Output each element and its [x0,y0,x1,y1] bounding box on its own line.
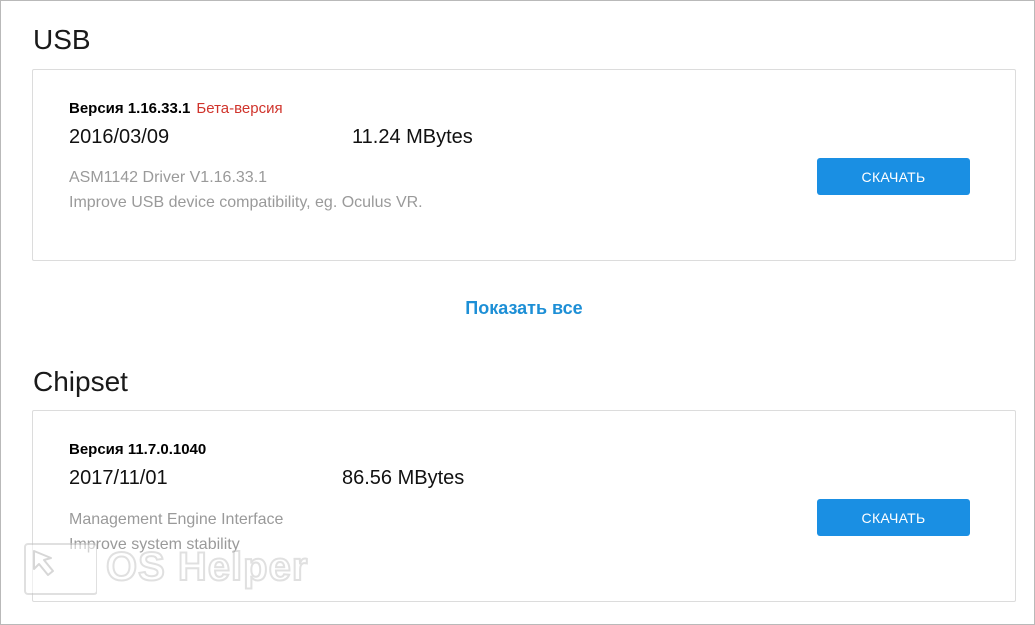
beta-badge: Бета-версия [196,100,283,117]
watermark: OS Helper [22,541,332,603]
version-label: Версия 1.16.33.1 [69,100,191,117]
cursor-arrow-icon [24,543,97,595]
version-label: Версия 11.7.0.1040 [69,441,207,458]
file-size: 86.56 MBytes [342,467,465,489]
version-line: Версия 1.16.33.1 Бета-версия [69,100,283,117]
driver-card-usb: Версия 1.16.33.1 Бета-версия 2016/03/09 1… [32,69,1016,261]
release-date: 2017/11/01 [69,467,168,489]
file-size: 11.24 MBytes [352,126,473,148]
watermark-text: OS Helper [105,545,309,589]
driver-description-line-2: Improve USB device compatibility, eg. Oc… [69,194,423,211]
download-button-chipset[interactable]: СКАЧАТЬ [817,499,970,536]
driver-description-line-1: Management Engine Interface [69,511,284,528]
download-button-usb[interactable]: СКАЧАТЬ [817,158,970,195]
section-title-chipset: Chipset [33,366,128,397]
release-date: 2016/03/09 [69,126,170,148]
section-title-usb: USB [33,24,91,55]
driver-description-line-1: ASM1142 Driver V1.16.33.1 [69,169,268,186]
version-line: Версия 11.7.0.1040 [69,441,206,458]
show-all-link[interactable]: Показать все [0,298,1035,319]
